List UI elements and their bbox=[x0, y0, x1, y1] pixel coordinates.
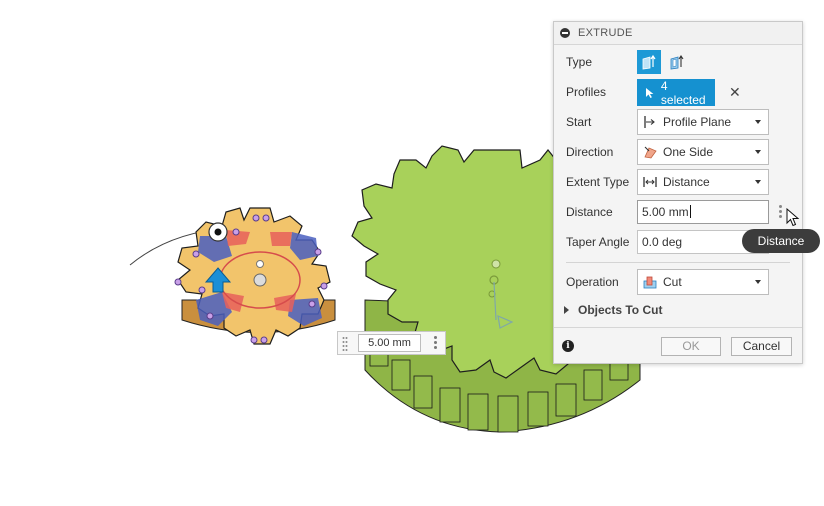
distance-input-value: 5.00 mm bbox=[642, 205, 689, 219]
distance-row: Distance 5.00 mm bbox=[566, 199, 791, 225]
start-row: Start Profile Plane bbox=[566, 109, 791, 135]
direction-dropdown[interactable]: One Side bbox=[637, 139, 769, 165]
dialog-footer: i OK Cancel bbox=[554, 327, 802, 364]
taper-angle-label: Taper Angle bbox=[566, 235, 630, 249]
thin-extrude-icon bbox=[670, 55, 684, 70]
chevron-down-icon bbox=[755, 280, 761, 284]
extent-type-row: Extent Type Distance bbox=[566, 169, 791, 195]
type-label: Type bbox=[566, 55, 593, 69]
start-dropdown[interactable]: Profile Plane bbox=[637, 109, 769, 135]
extent-type-dropdown[interactable]: Distance bbox=[637, 169, 769, 195]
cut-operation-icon bbox=[643, 276, 657, 289]
minus-circle-icon[interactable] bbox=[560, 28, 570, 38]
start-label: Start bbox=[566, 115, 592, 129]
small-gear-body[interactable] bbox=[174, 207, 336, 345]
ok-button[interactable]: OK bbox=[661, 337, 721, 356]
divider bbox=[566, 262, 790, 263]
more-options-icon[interactable] bbox=[434, 336, 437, 351]
text-caret bbox=[689, 205, 691, 218]
chevron-down-icon bbox=[755, 180, 761, 184]
distance-extent-icon bbox=[643, 177, 657, 187]
drag-handle-icon[interactable] bbox=[342, 336, 348, 352]
one-side-icon bbox=[644, 146, 657, 159]
clear-selection-icon[interactable]: ✕ bbox=[729, 84, 741, 101]
cancel-button[interactable]: Cancel bbox=[731, 337, 792, 356]
type-row: Type bbox=[566, 49, 791, 75]
profiles-select-button[interactable]: 4 selected bbox=[637, 78, 715, 107]
operation-label: Operation bbox=[566, 275, 619, 289]
distance-value-field[interactable]: 5.00 mm bbox=[358, 334, 421, 352]
info-icon[interactable]: i bbox=[562, 340, 574, 352]
distance-tooltip: Distance bbox=[742, 229, 820, 253]
type-thin-extrude-button[interactable] bbox=[665, 50, 689, 74]
profiles-label: Profiles bbox=[566, 85, 607, 99]
objects-to-cut-toggle[interactable]: Objects To Cut bbox=[564, 303, 662, 317]
triangle-right-icon bbox=[564, 306, 569, 314]
solid-extrude-icon bbox=[642, 54, 656, 70]
extent-type-value: Distance bbox=[663, 175, 710, 189]
direction-row: Direction One Side bbox=[566, 139, 791, 165]
type-extrude-button[interactable] bbox=[637, 50, 661, 74]
distance-label: Distance bbox=[566, 205, 613, 219]
distance-input[interactable]: 5.00 mm bbox=[637, 200, 769, 224]
profiles-selected-count: 4 selected bbox=[660, 78, 706, 107]
arrow-cursor-icon bbox=[786, 208, 800, 227]
direction-label: Direction bbox=[566, 145, 614, 159]
direction-value: One Side bbox=[663, 145, 714, 159]
operation-row: Operation Cut bbox=[566, 269, 791, 295]
distance-manipulator-input[interactable]: 5.00 mm bbox=[337, 331, 446, 355]
extrude-dialog: EXTRUDE Type Profiles 4 selected ✕ Start… bbox=[553, 21, 803, 364]
chevron-down-icon bbox=[755, 150, 761, 154]
operation-value: Cut bbox=[663, 275, 682, 289]
chevron-down-icon bbox=[755, 120, 761, 124]
start-value: Profile Plane bbox=[663, 115, 732, 129]
profiles-row: Profiles 4 selected ✕ bbox=[566, 78, 791, 107]
extent-type-label: Extent Type bbox=[566, 175, 630, 189]
dialog-header[interactable]: EXTRUDE bbox=[554, 22, 802, 45]
pointer-icon bbox=[645, 87, 654, 98]
operation-dropdown[interactable]: Cut bbox=[637, 269, 769, 295]
profile-plane-icon bbox=[644, 116, 655, 128]
objects-to-cut-label: Objects To Cut bbox=[578, 303, 663, 317]
more-options-icon[interactable] bbox=[779, 205, 783, 220]
dialog-title: EXTRUDE bbox=[578, 27, 633, 39]
